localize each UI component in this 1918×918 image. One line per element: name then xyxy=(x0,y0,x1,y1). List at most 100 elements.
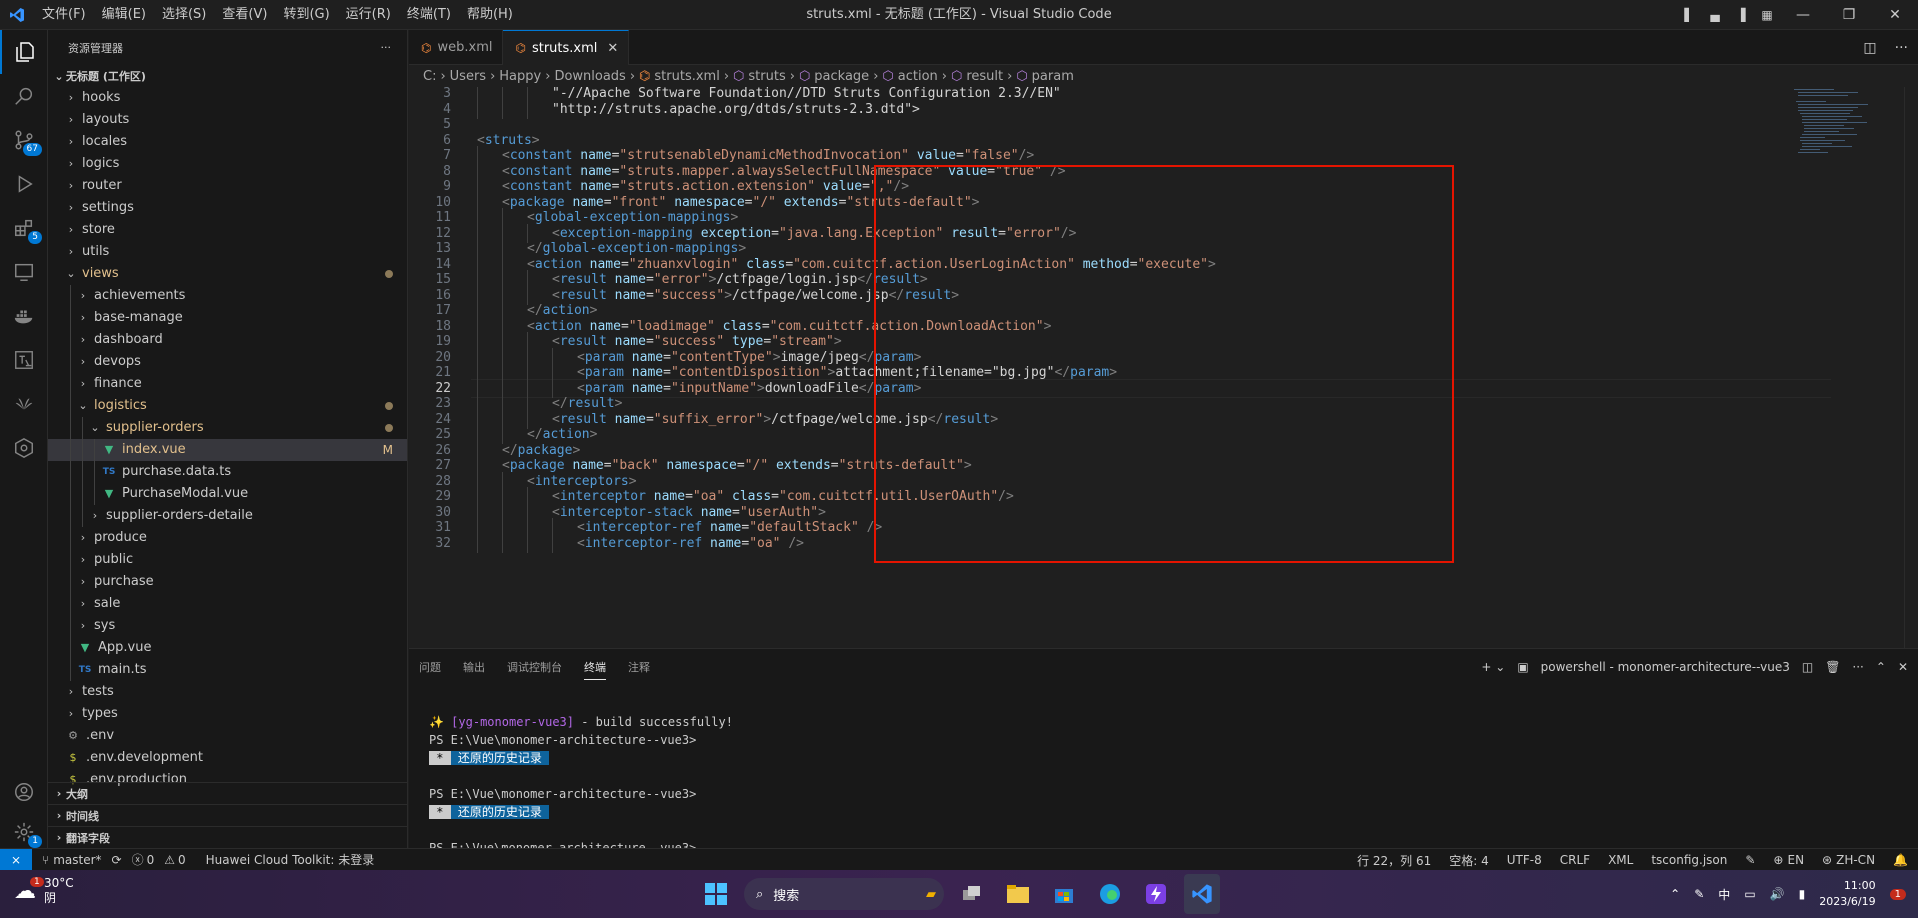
pen-icon[interactable]: ✎ xyxy=(1694,887,1704,901)
task-view-icon[interactable] xyxy=(954,874,990,914)
panel-tab-output[interactable]: 输出 xyxy=(463,655,485,679)
breadcrumb-item[interactable]: action xyxy=(898,69,938,84)
git-branch[interactable]: master* xyxy=(53,853,101,867)
minimize-button[interactable]: — xyxy=(1780,0,1826,30)
toggle-primary-sidebar-icon[interactable]: ▌ xyxy=(1676,0,1702,30)
locale-zh[interactable]: ZH-CN xyxy=(1836,853,1875,867)
remote-explorer-icon[interactable] xyxy=(0,250,48,294)
huawei-toolkit-status[interactable]: Huawei Cloud Toolkit: 未登录 xyxy=(206,851,375,868)
tray-chevron-icon[interactable]: ⌃ xyxy=(1670,887,1680,901)
warning-count[interactable]: 0 xyxy=(178,853,186,867)
notification-count[interactable]: 1 xyxy=(1889,888,1906,900)
tab-struts-xml[interactable]: ⌬ struts.xml ✕ xyxy=(503,30,630,65)
close-panel-icon[interactable]: ✕ xyxy=(1898,660,1908,674)
menu-run[interactable]: 运行(R) xyxy=(338,0,399,30)
menu-view[interactable]: 查看(V) xyxy=(214,0,275,30)
breadcrumb-item[interactable]: Users xyxy=(450,69,486,84)
folder-item[interactable]: ⌄ views xyxy=(48,263,407,285)
notifications-bell-icon[interactable]: 🔔 xyxy=(1893,853,1908,867)
file-item[interactable]: TS main.ts xyxy=(48,659,407,681)
end-of-line[interactable]: CRLF xyxy=(1560,853,1590,867)
more-actions-icon[interactable]: ··· xyxy=(1895,40,1908,56)
close-tab-icon[interactable]: ✕ xyxy=(607,41,618,56)
menu-go[interactable]: 转到(G) xyxy=(275,0,337,30)
split-terminal-icon[interactable]: ◫ xyxy=(1802,660,1813,674)
feedback-icon[interactable]: ✎ xyxy=(1745,853,1755,867)
close-window-button[interactable]: ✕ xyxy=(1872,0,1918,30)
power-automate-icon[interactable] xyxy=(1138,874,1174,914)
breadcrumb-item[interactable]: struts xyxy=(748,69,785,84)
clock[interactable]: 11:00 2023/6/19 xyxy=(1819,878,1875,910)
toggle-panel-icon[interactable]: ▄ xyxy=(1702,0,1728,30)
panel-tab-comments[interactable]: 注释 xyxy=(628,655,650,679)
restore-button[interactable]: ❐ xyxy=(1826,0,1872,30)
folder-item[interactable]: › devops xyxy=(48,351,407,373)
cloud-toolkit-icon[interactable] xyxy=(0,426,48,470)
folder-item[interactable]: › purchase xyxy=(48,571,407,593)
search-icon[interactable] xyxy=(0,74,48,118)
translate-fields-section[interactable]: › 翻译字段 xyxy=(48,826,407,848)
menu-selection[interactable]: 选择(S) xyxy=(154,0,214,30)
run-debug-icon[interactable] xyxy=(0,162,48,206)
tab-web-xml[interactable]: ⌬ web.xml xyxy=(409,30,504,65)
folder-item[interactable]: › settings xyxy=(48,197,407,219)
indentation[interactable]: 空格: 4 xyxy=(1449,852,1489,869)
ime-indicator[interactable]: 中 xyxy=(1718,886,1730,903)
folder-item[interactable]: › tests xyxy=(48,681,407,703)
maximize-panel-icon[interactable]: ⌃ xyxy=(1876,660,1886,674)
folder-item[interactable]: › supplier-orders-detaile xyxy=(48,505,407,527)
file-item[interactable]: ▼ PurchaseModal.vue xyxy=(48,483,407,505)
timeline-section[interactable]: › 时间线 xyxy=(48,804,407,826)
more-actions-icon[interactable]: ··· xyxy=(1852,660,1863,674)
network-icon[interactable]: ▭ xyxy=(1744,887,1755,901)
folder-item[interactable]: › public xyxy=(48,549,407,571)
windows-start-icon[interactable] xyxy=(698,874,734,914)
file-item[interactable]: $ .env.development xyxy=(48,747,407,769)
outline-section[interactable]: › 大纲 xyxy=(48,782,407,804)
folder-item[interactable]: › finance xyxy=(48,373,407,395)
folder-item[interactable]: › sys xyxy=(48,615,407,637)
tsconfig[interactable]: tsconfig.json xyxy=(1651,853,1727,867)
cursor-position[interactable]: 行 22，列 61 xyxy=(1357,852,1431,869)
menu-edit[interactable]: 编辑(E) xyxy=(94,0,154,30)
battery-icon[interactable]: ▮ xyxy=(1799,887,1806,901)
remote-indicator-icon[interactable]: ⨯ xyxy=(0,848,32,871)
file-item[interactable]: ▼ index.vue M xyxy=(48,439,407,461)
file-explorer-icon[interactable] xyxy=(1000,874,1036,914)
terminal-name[interactable]: powershell - monomer-architecture--vue3 xyxy=(1541,660,1790,674)
folder-item[interactable]: › dashboard xyxy=(48,329,407,351)
folder-item[interactable]: › types xyxy=(48,703,407,725)
folder-item[interactable]: › layouts xyxy=(48,109,407,131)
folder-item[interactable]: › hooks xyxy=(48,87,407,109)
folder-item[interactable]: › locales xyxy=(48,131,407,153)
menu-terminal[interactable]: 终端(T) xyxy=(399,0,459,30)
breadcrumb-item[interactable]: param xyxy=(1032,69,1074,84)
encoding[interactable]: UTF-8 xyxy=(1507,853,1542,867)
breadcrumb-item[interactable]: package xyxy=(814,69,869,84)
sync-icon[interactable]: ⟳ xyxy=(112,853,122,867)
breadcrumb-item[interactable]: struts.xml xyxy=(654,69,719,84)
file-item[interactable]: TS purchase.data.ts xyxy=(48,461,407,483)
file-item[interactable]: ▼ App.vue xyxy=(48,637,407,659)
folder-item[interactable]: › utils xyxy=(48,241,407,263)
breadcrumb-item[interactable]: result xyxy=(966,69,1003,84)
weather-widget[interactable]: ☁ 1 30°C 阴 xyxy=(14,876,74,906)
menu-file[interactable]: 文件(F) xyxy=(34,0,94,30)
folder-item[interactable]: › router xyxy=(48,175,407,197)
panel-tab-problems[interactable]: 问题 xyxy=(419,655,441,679)
customize-layout-icon[interactable]: ▦ xyxy=(1754,0,1780,30)
menu-help[interactable]: 帮助(H) xyxy=(459,0,521,30)
account-icon[interactable] xyxy=(0,770,48,814)
locale-en[interactable]: EN xyxy=(1787,853,1804,867)
editor-scrollbar[interactable] xyxy=(1904,87,1918,648)
minimap[interactable] xyxy=(1794,87,1904,207)
explorer-icon[interactable] xyxy=(0,30,48,74)
breadcrumb-item[interactable]: Downloads xyxy=(554,69,625,84)
folder-item[interactable]: › produce xyxy=(48,527,407,549)
extensions-icon[interactable]: 5 xyxy=(0,206,48,250)
breadcrumb-item[interactable]: Happy xyxy=(499,69,541,84)
toggle-secondary-sidebar-icon[interactable]: ▐ xyxy=(1728,0,1754,30)
code-area[interactable]: 3 "-//Apache Software Foundation//DTD Str… xyxy=(409,87,1918,648)
file-item[interactable]: ⚙ .env xyxy=(48,725,407,747)
error-count[interactable]: 0 xyxy=(147,853,155,867)
